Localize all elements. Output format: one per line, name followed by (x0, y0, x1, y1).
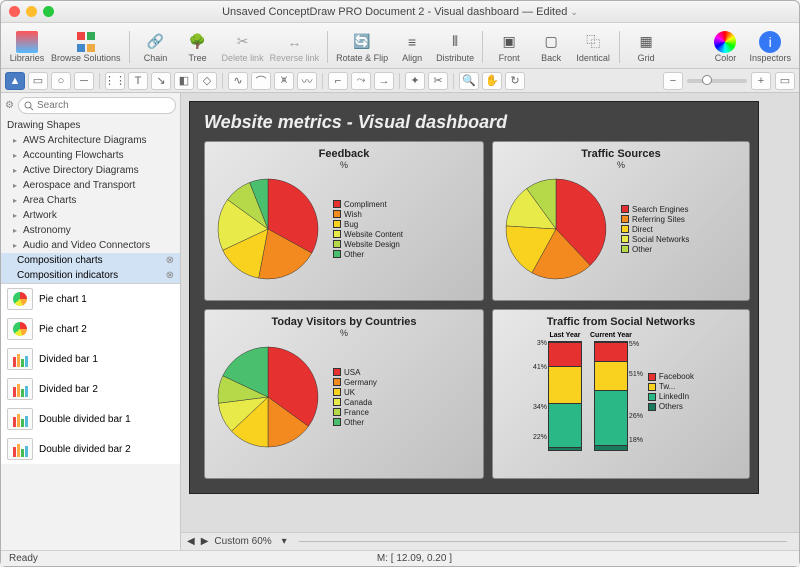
tree-item[interactable]: ▸AWS Architecture Diagrams (1, 133, 180, 148)
connector-right-angle[interactable]: ⌐ (328, 72, 348, 90)
crop-tool[interactable]: ✂ (428, 72, 448, 90)
zoom-out-button[interactable]: − (663, 72, 683, 90)
shape-thumb[interactable]: Divided bar 2 (1, 374, 180, 404)
panel-title: Traffic Sources (501, 148, 741, 160)
connector-curved[interactable]: ⤳ (351, 72, 371, 90)
window-title: Unsaved ConceptDraw PRO Document 2 - Vis… (1, 6, 799, 18)
panel-title: Feedback (213, 148, 475, 160)
grid-view-icon[interactable]: ⋮⋮ (105, 72, 125, 90)
panel-title: Traffic from Social Networks (501, 316, 741, 328)
panel-subtitle: % (213, 328, 475, 338)
fit-page-button[interactable]: ▭ (775, 72, 795, 90)
tree-item-selected[interactable]: Composition charts⊗ (1, 253, 180, 268)
tree-item[interactable]: ▸Artwork (1, 208, 180, 223)
grid-button[interactable]: ▦Grid (626, 26, 666, 68)
status-bar: Ready M: [ 12.09, 0.20 ] (1, 550, 799, 566)
canvas-area[interactable]: Website metrics - Visual dashboard Feedb… (181, 93, 799, 532)
callout-tool[interactable]: ◧ (174, 72, 194, 90)
search-input[interactable] (18, 97, 176, 114)
zoom-label[interactable]: Custom 60% (214, 536, 271, 547)
canvas-footer: ◀ ▶ Custom 60% ▾ (181, 532, 799, 550)
tool-ribbon: ▲ ▭ ○ ─ ⋮⋮ T ↘ ◧ ◇ ∿ ⌒ ⩙ 〰 ⌐ ⤳ → ✦ ✂ 🔍 ✋… (1, 69, 799, 93)
identical-button[interactable]: ⿻Identical (573, 26, 613, 68)
close-icon[interactable]: ⊗ (166, 270, 174, 281)
zoom-in-button[interactable]: + (751, 72, 771, 90)
minimize-button[interactable] (26, 6, 37, 17)
tree-item[interactable]: ▸Astronomy (1, 223, 180, 238)
browse-solutions-button[interactable]: Browse Solutions (49, 26, 123, 68)
gear-icon[interactable]: ⚙ (5, 98, 14, 114)
library-sidebar: ⚙ Drawing Shapes ▸AWS Architecture Diagr… (1, 93, 181, 550)
panel-subtitle: % (213, 160, 475, 170)
rotate-tool[interactable]: ↻ (505, 72, 525, 90)
zoom-button[interactable] (43, 6, 54, 17)
shape-thumb[interactable]: Pie chart 1 (1, 284, 180, 314)
zoom-tool[interactable]: 🔍 (459, 72, 479, 90)
reverse-link-button[interactable]: ↔Reverse link (268, 26, 322, 68)
color-button[interactable]: Color (705, 26, 745, 68)
shape-thumb[interactable]: Double divided bar 1 (1, 404, 180, 434)
text-tool[interactable]: T (128, 72, 148, 90)
status-coords: M: [ 12.09, 0.20 ] (377, 553, 452, 564)
panel-social-traffic: Traffic from Social Networks Last Year22… (492, 309, 750, 479)
app-window: Unsaved ConceptDraw PRO Document 2 - Vis… (0, 0, 800, 567)
panel-traffic sources: Traffic Sources % Search EnginesReferrin… (492, 141, 750, 301)
panel-subtitle: % (501, 160, 741, 170)
close-icon[interactable]: ⊗ (166, 255, 174, 266)
shape-tool[interactable]: ◇ (197, 72, 217, 90)
scroll-left-icon[interactable]: ◀ (187, 536, 195, 547)
panel-title: Today Visitors by Countries (213, 316, 475, 328)
libraries-button[interactable]: Libraries (7, 26, 47, 68)
tree-item[interactable]: ▸Active Directory Diagrams (1, 163, 180, 178)
delete-link-button[interactable]: ✂Delete link (220, 26, 266, 68)
dashboard-title: Website metrics - Visual dashboard (204, 112, 744, 133)
front-button[interactable]: ▣Front (489, 26, 529, 68)
shape-thumbnails: Pie chart 1Pie chart 2Divided bar 1Divid… (1, 283, 180, 464)
panel-today visitors by countries: Today Visitors by Countries % USAGermany… (204, 309, 484, 479)
node-edit-tool[interactable]: ✦ (405, 72, 425, 90)
tree-item[interactable]: ▸Audio and Video Connectors (1, 238, 180, 253)
status-ready: Ready (9, 553, 38, 564)
chain-button[interactable]: 🔗Chain (136, 26, 176, 68)
shape-thumb[interactable]: Divided bar 1 (1, 344, 180, 374)
close-button[interactable] (9, 6, 20, 17)
tree-item[interactable]: ▸Area Charts (1, 193, 180, 208)
connector-tool[interactable]: ↘ (151, 72, 171, 90)
titlebar: Unsaved ConceptDraw PRO Document 2 - Vis… (1, 1, 799, 23)
zoom-slider[interactable] (687, 79, 747, 83)
back-button[interactable]: ▢Back (531, 26, 571, 68)
rect-tool[interactable]: ▭ (28, 72, 48, 90)
tree-header: Drawing Shapes (1, 118, 180, 133)
tree-item[interactable]: ▸Accounting Flowcharts (1, 148, 180, 163)
panel-feedback: Feedback % ComplimentWishBugWebsite Cont… (204, 141, 484, 301)
ellipse-tool[interactable]: ○ (51, 72, 71, 90)
tree-item[interactable]: ▸Aerospace and Transport (1, 178, 180, 193)
align-button[interactable]: ≡Align (392, 26, 432, 68)
main-toolbar: Libraries Browse Solutions 🔗Chain 🌳Tree … (1, 23, 799, 69)
scroll-right-icon[interactable]: ▶ (201, 536, 209, 547)
connector-straight[interactable]: → (374, 72, 394, 90)
tree-item-selected[interactable]: Composition indicators⊗ (1, 268, 180, 283)
inspectors-button[interactable]: iInspectors (747, 26, 793, 68)
dashboard-canvas: Website metrics - Visual dashboard Feedb… (189, 101, 759, 494)
shape-thumb[interactable]: Pie chart 2 (1, 314, 180, 344)
arc-tool[interactable]: ⌒ (251, 72, 271, 90)
distribute-button[interactable]: ⦀Distribute (434, 26, 476, 68)
library-tree: Drawing Shapes ▸AWS Architecture Diagram… (1, 118, 180, 283)
spline-tool[interactable]: 〰 (297, 72, 317, 90)
tree-button[interactable]: 🌳Tree (178, 26, 218, 68)
line-tool[interactable]: ─ (74, 72, 94, 90)
hand-tool[interactable]: ✋ (482, 72, 502, 90)
shape-thumb[interactable]: Double divided bar 2 (1, 434, 180, 464)
polyline-tool[interactable]: ⩙ (274, 72, 294, 90)
pointer-tool[interactable]: ▲ (5, 72, 25, 90)
bezier-tool[interactable]: ∿ (228, 72, 248, 90)
rotate-flip-button[interactable]: 🔄Rotate & Flip (334, 26, 390, 68)
